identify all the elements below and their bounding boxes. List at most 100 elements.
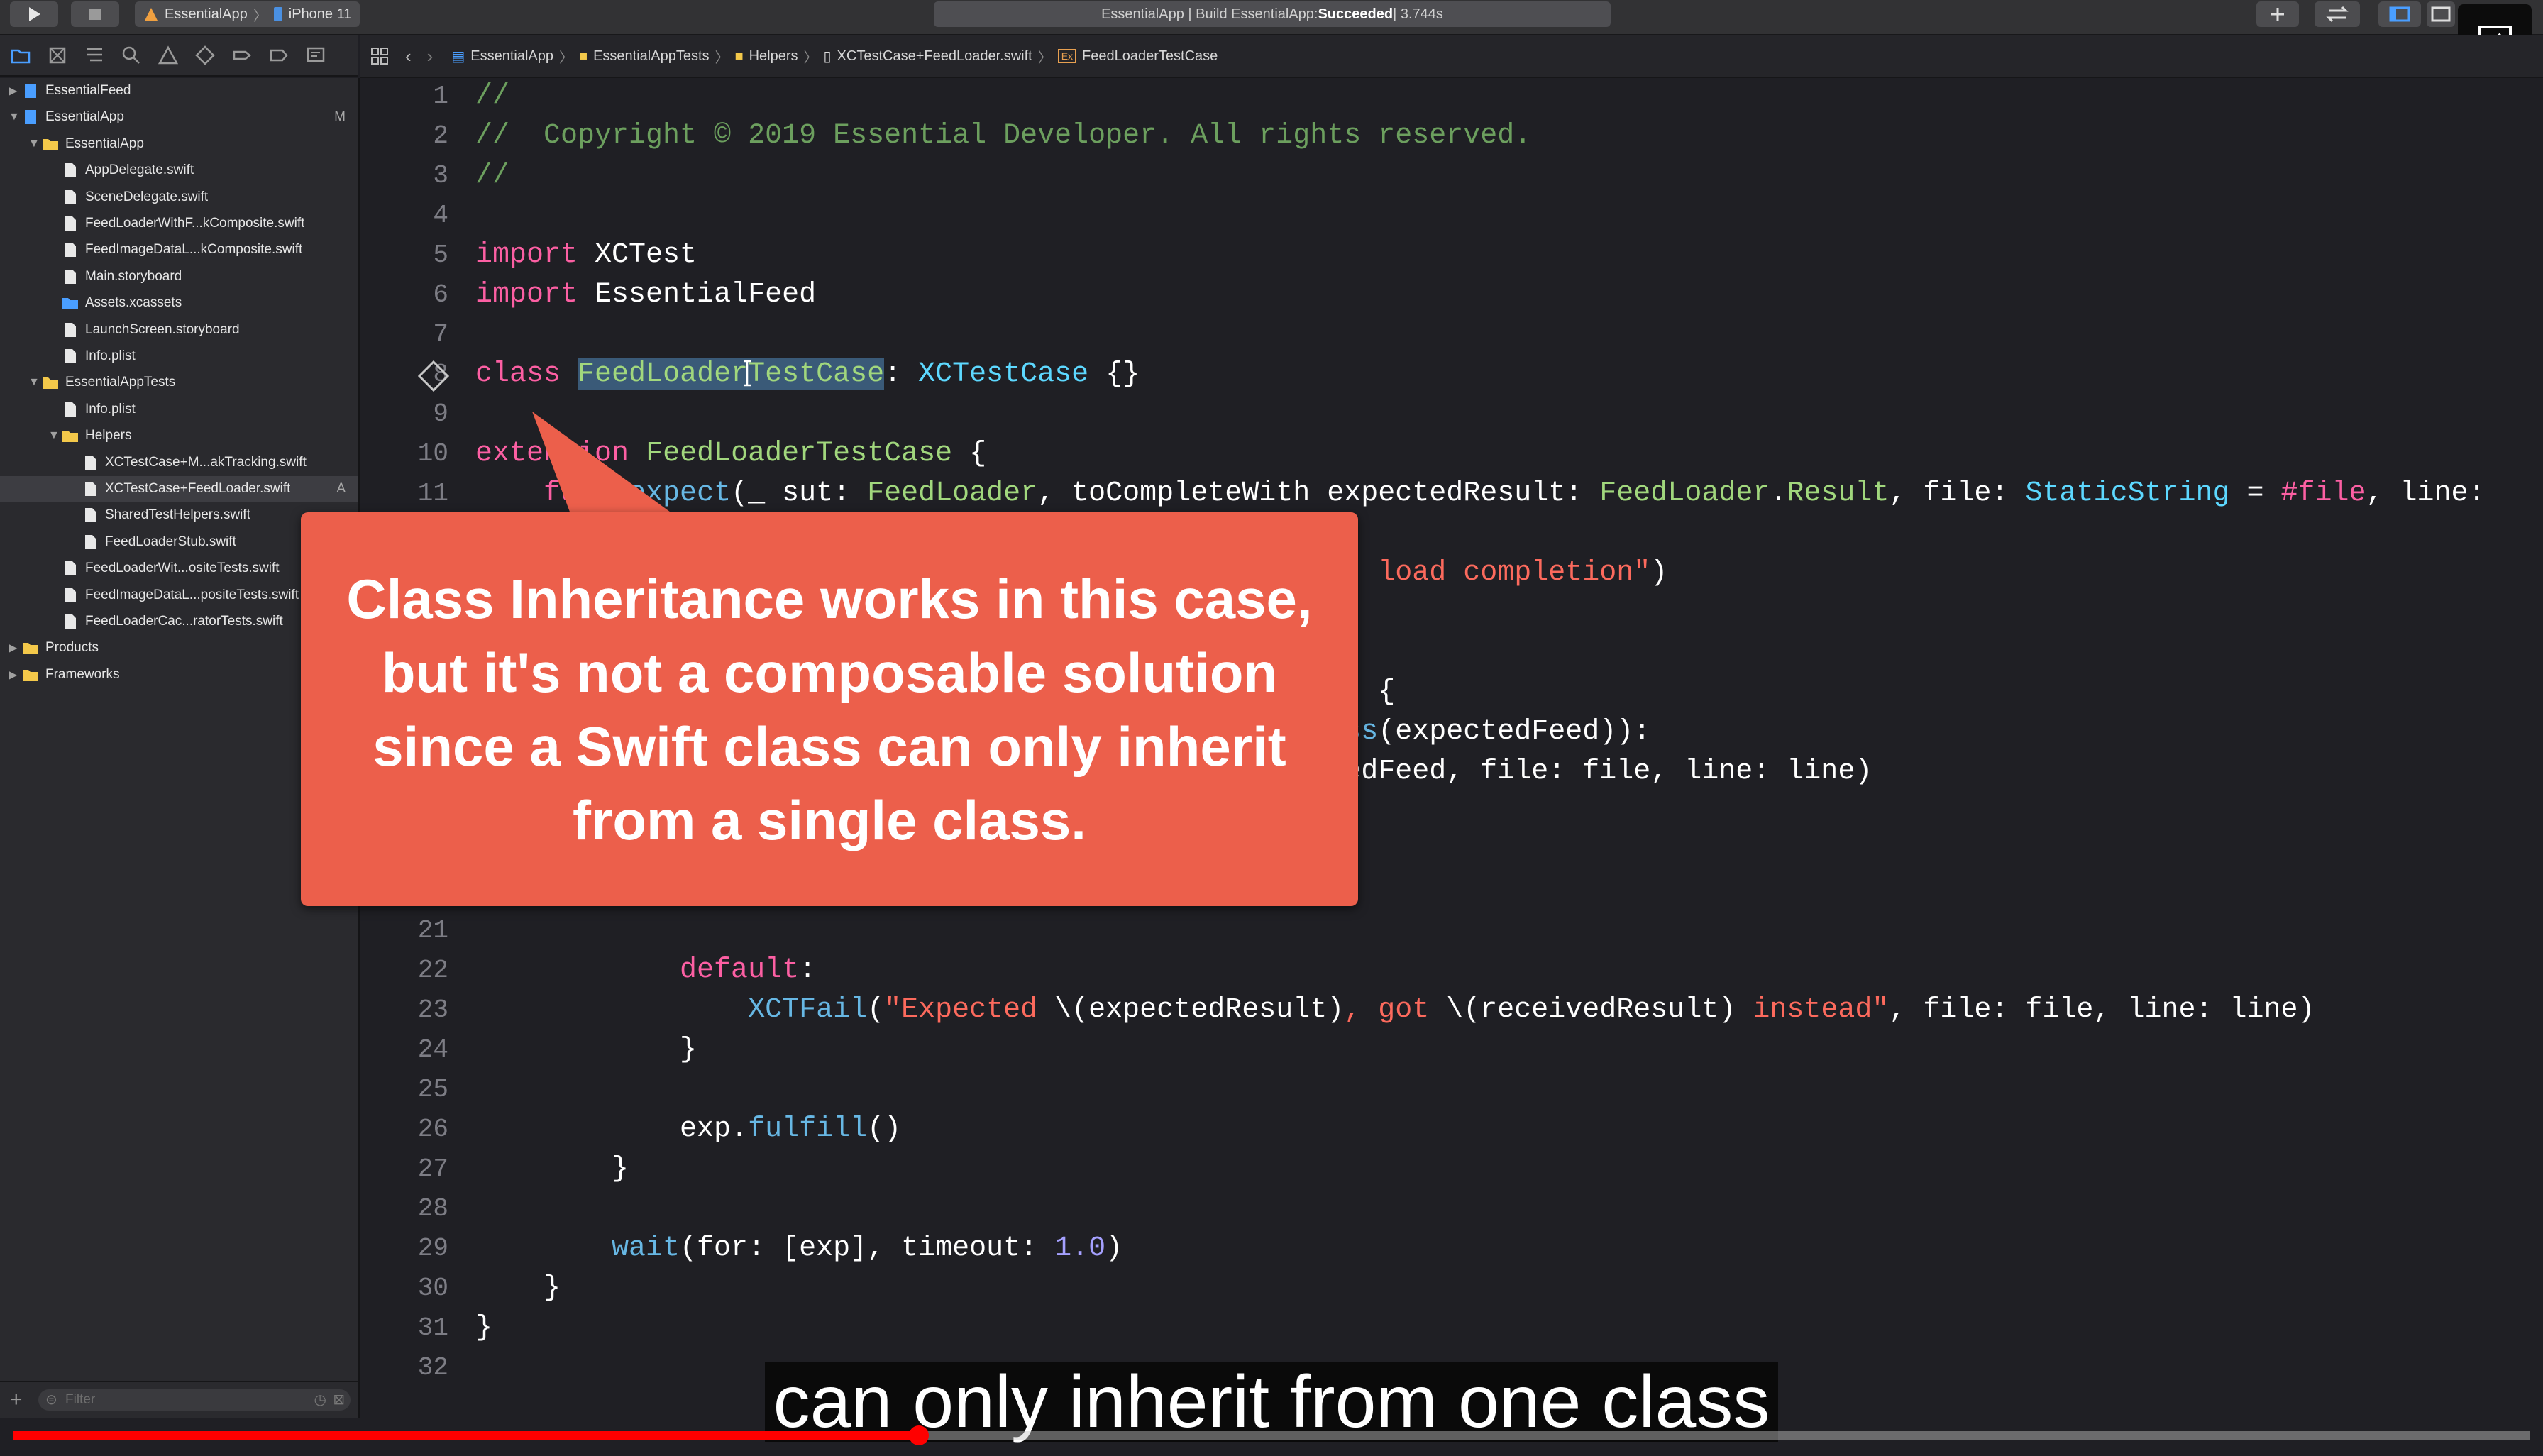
file-icon	[65, 349, 76, 363]
navigator-item-label: EssentialFeed	[45, 83, 131, 98]
search-icon[interactable]	[121, 45, 142, 66]
navigator-item[interactable]: Assets.xcassets	[0, 290, 358, 316]
breadcrumb-tests-group[interactable]: EssentialAppTests	[593, 48, 709, 65]
navigator-item[interactable]: FeedImageDataL...kComposite.swift	[0, 237, 358, 263]
navigator-item[interactable]: AppDelegate.swift	[0, 158, 358, 183]
disclosure-closed-icon[interactable]: ▶	[9, 84, 21, 98]
swap-arrows-icon	[2326, 6, 2349, 23]
navigator-item[interactable]: Info.plist	[0, 397, 358, 422]
debug-icon[interactable]	[231, 45, 253, 66]
line-number: 27	[417, 1154, 448, 1184]
report-icon[interactable]	[305, 45, 326, 66]
code-review-button[interactable]	[2315, 1, 2360, 27]
test-diamond-icon[interactable]	[194, 45, 216, 66]
line-number: 21	[417, 916, 448, 945]
navigator-item-label: FeedLoaderWithF...kComposite.swift	[85, 216, 305, 231]
disclosure-open-icon[interactable]: ▼	[9, 111, 21, 123]
back-arrow-icon[interactable]: ‹	[405, 45, 412, 67]
navigator-item-label: Frameworks	[45, 666, 120, 682]
run-button[interactable]	[10, 1, 58, 27]
file-icon	[65, 402, 76, 417]
disclosure-open-icon[interactable]: ▼	[48, 429, 61, 442]
code-line-27: }	[475, 1153, 629, 1185]
line-number: 24	[417, 1035, 448, 1064]
disclosure-open-icon[interactable]: ▼	[28, 376, 41, 389]
debug-area-toggle-button[interactable]	[2427, 1, 2455, 27]
line-number: 10	[417, 439, 448, 468]
navigator-item[interactable]: ▼ Helpers	[0, 423, 358, 448]
line-number: 7	[433, 320, 448, 349]
navigator-item[interactable]: XCTestCase+FeedLoader.swift A	[0, 476, 358, 502]
navigator-item-label: Info.plist	[85, 348, 136, 363]
navigator-item[interactable]: LaunchScreen.storyboard	[0, 317, 358, 343]
navigator-item[interactable]: ▼ EssentialAppTests	[0, 370, 358, 395]
code-line-1: //	[475, 80, 510, 112]
disclosure-closed-icon[interactable]: ▶	[9, 668, 21, 682]
breadcrumb-project[interactable]: EssentialApp	[470, 48, 553, 65]
breadcrumb-helpers-group[interactable]: Helpers	[749, 48, 798, 65]
line-number: 11	[417, 479, 448, 508]
navigator-toggle-button[interactable]	[2378, 1, 2421, 27]
video-progress-bar[interactable]	[13, 1425, 2530, 1445]
navigator-item[interactable]: ▶ EssentialFeed	[0, 78, 358, 104]
line-number: 6	[433, 280, 448, 309]
folder-icon[interactable]	[10, 45, 31, 66]
navigator-item[interactable]: Info.plist	[0, 343, 358, 369]
stop-button[interactable]	[71, 1, 119, 27]
file-icon	[85, 508, 96, 523]
line-number: 3	[433, 161, 448, 190]
line-number: 25	[417, 1075, 448, 1104]
disclosure-closed-icon[interactable]: ▶	[9, 641, 21, 655]
navigator-item[interactable]: XCTestCase+M...akTracking.swift	[0, 450, 358, 475]
scheme-selector[interactable]: EssentialApp 〉 iPhone 11	[135, 1, 360, 27]
play-icon	[29, 7, 40, 21]
line-number: 4	[433, 201, 448, 230]
disclosure-open-icon[interactable]: ▼	[28, 138, 41, 150]
library-button[interactable]	[2256, 1, 2299, 27]
test-diamond-icon[interactable]	[417, 359, 451, 393]
breadcrumb-symbol[interactable]: FeedLoaderTestCase	[1082, 48, 1218, 65]
scheme-device-label: iPhone 11	[288, 6, 352, 22]
code-line-24: }	[475, 1034, 697, 1066]
navigator-item-label: EssentialApp	[45, 109, 124, 125]
build-status: Succeeded	[1318, 6, 1394, 22]
folder-icon: ■	[579, 48, 588, 64]
assets-folder-icon	[62, 298, 78, 310]
related-items-icon[interactable]	[370, 46, 390, 66]
scm-status-badge: A	[336, 481, 346, 496]
navigator-item[interactable]: ▼ EssentialApp M	[0, 104, 358, 130]
source-control-icon[interactable]	[47, 45, 68, 66]
chevron-right-icon: 〉	[559, 50, 573, 66]
code-line-23: XCTFail("Expected \(expectedResult), got…	[748, 994, 2315, 1026]
hierarchy-icon[interactable]	[84, 45, 105, 66]
forward-arrow-icon[interactable]: ›	[427, 45, 434, 67]
navigator-item-label: FeedImageDataL...kComposite.swift	[85, 242, 303, 258]
line-number: 31	[417, 1313, 448, 1342]
file-icon	[85, 482, 96, 496]
chevron-right-icon: 〉	[253, 8, 267, 24]
line-number: 29	[417, 1234, 448, 1263]
line-number: 32	[417, 1353, 448, 1382]
folder-icon: ■	[734, 48, 744, 64]
file-icon	[65, 322, 76, 337]
jump-bar: ‹ › ▤ EssentialApp 〉 ■ EssentialAppTests…	[360, 35, 2543, 78]
folder-icon	[23, 643, 38, 655]
line-number: 2	[433, 121, 448, 150]
activity-viewer: EssentialApp | Build EssentialApp: Succe…	[934, 1, 1611, 27]
breakpoint-icon[interactable]	[268, 45, 289, 66]
modified-files-icon[interactable]: ⊠	[333, 1391, 345, 1408]
navigator-item[interactable]: ▼ EssentialApp	[0, 131, 358, 157]
navigator-item-label: Assets.xcassets	[85, 295, 182, 311]
build-time: | 3.744s	[1393, 6, 1443, 22]
add-icon[interactable]: +	[10, 1388, 23, 1412]
navigator-item-label: Main.storyboard	[85, 268, 182, 284]
navigator-item[interactable]: FeedLoaderWithF...kComposite.swift	[0, 211, 358, 236]
filter-input[interactable]: ⊜ Filter ◷ ⊠	[38, 1389, 351, 1411]
recent-files-icon[interactable]: ◷	[314, 1391, 326, 1408]
text-cursor-icon	[744, 360, 751, 387]
breadcrumb-file[interactable]: XCTestCase+FeedLoader.swift	[837, 48, 1032, 65]
navigator-item[interactable]: Main.storyboard	[0, 264, 358, 289]
navigator-filter-bar: + ⊜ Filter ◷ ⊠	[0, 1381, 360, 1418]
warning-icon[interactable]	[158, 45, 179, 66]
navigator-item[interactable]: SceneDelegate.swift	[0, 184, 358, 210]
